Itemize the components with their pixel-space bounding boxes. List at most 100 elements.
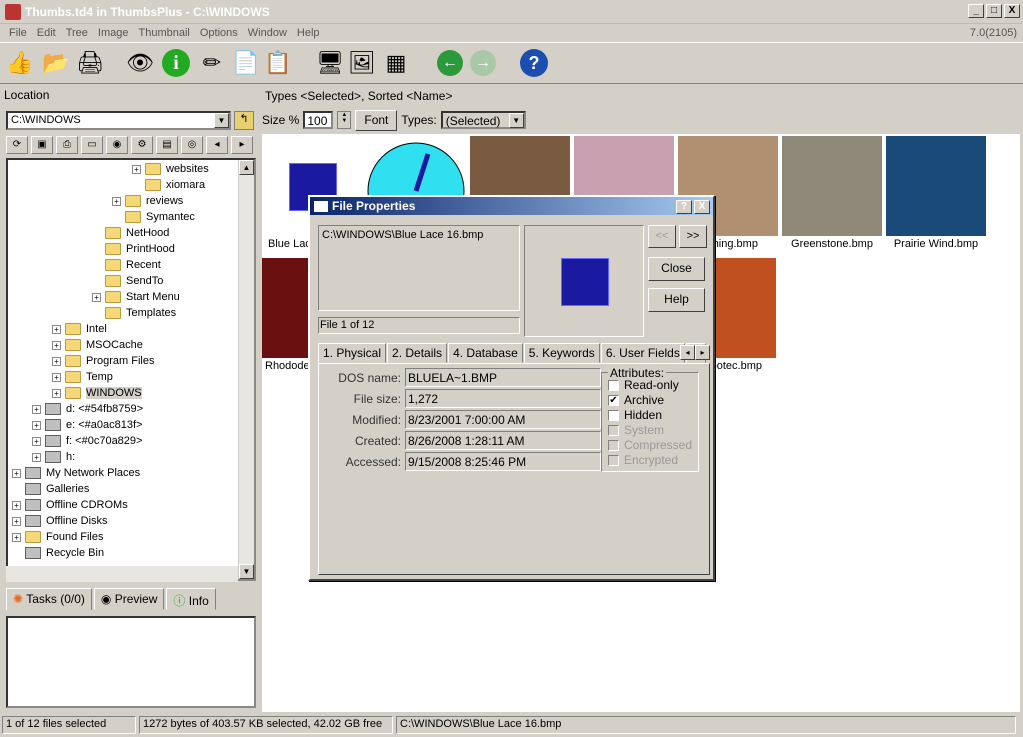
tree-item[interactable]: + Found Files <box>12 529 103 545</box>
close-button[interactable]: X <box>1004 4 1020 18</box>
context-help-button[interactable]: ? <box>676 200 692 214</box>
paste-icon[interactable]: 📋 <box>262 47 294 79</box>
save-icon[interactable]: ▣ <box>31 136 53 154</box>
menu-thumbnail[interactable]: Thumbnail <box>134 27 195 39</box>
tree-item[interactable]: + Offline Disks <box>12 513 108 529</box>
tree-horizontal-scrollbar[interactable] <box>6 566 238 582</box>
tab-tasks[interactable]: ✺ Tasks (0/0) <box>6 588 92 610</box>
location-combobox[interactable]: C:\WINDOWS ▼ <box>6 111 231 130</box>
expand-toggle-icon[interactable]: + <box>132 164 141 174</box>
scroll-up-icon[interactable]: ▲ <box>239 160 254 175</box>
thumbnail-item[interactable]: Greenstone.bmp <box>782 136 882 250</box>
expand-toggle-icon[interactable]: + <box>52 388 61 398</box>
tree-item[interactable]: + My Network Places <box>12 465 140 481</box>
read-only-box[interactable] <box>608 379 619 391</box>
menu-file[interactable]: File <box>4 27 32 39</box>
tree-item[interactable]: Templates <box>92 305 176 321</box>
expand-toggle-icon[interactable]: + <box>32 436 41 446</box>
menu-edit[interactable]: Edit <box>32 27 61 39</box>
expand-toggle-icon[interactable]: + <box>32 420 41 430</box>
gallery-icon[interactable]: ▤ <box>156 136 178 154</box>
tree-item[interactable]: + reviews <box>112 193 183 209</box>
expand-toggle-icon[interactable]: + <box>52 324 61 334</box>
menu-help[interactable]: Help <box>292 27 325 39</box>
scroll-down-icon[interactable]: ▼ <box>239 564 254 579</box>
refresh-icon[interactable]: ⟳ <box>6 136 28 154</box>
tree-item[interactable]: + Offline CDROMs <box>12 497 128 513</box>
chevron-down-icon[interactable]: ▼ <box>508 113 524 128</box>
tab-database[interactable]: 4. Database <box>448 343 523 363</box>
maximize-button[interactable]: □ <box>986 4 1002 18</box>
menu-window[interactable]: Window <box>243 27 292 39</box>
archive-checkbox[interactable]: ✔ Archive <box>608 393 698 407</box>
hidden-box[interactable] <box>608 409 619 421</box>
tab-scroll-left-icon[interactable]: ◂ <box>680 345 695 360</box>
slideshow-icon[interactable]: 🖥 <box>314 47 346 79</box>
tree-item[interactable]: xiomara <box>132 177 205 193</box>
expand-toggle-icon[interactable]: + <box>12 500 21 510</box>
chevron-down-icon[interactable]: ▼ <box>214 113 229 128</box>
tree-item[interactable]: Recent <box>92 257 161 273</box>
tree-item[interactable]: + h: <box>32 449 75 465</box>
tree-item[interactable]: + websites <box>132 161 209 177</box>
read-only-checkbox[interactable]: Read-only <box>608 378 698 392</box>
tree-item[interactable]: + Program Files <box>52 353 154 369</box>
network-icon[interactable]: ◉ <box>106 136 128 154</box>
size-spinner[interactable]: ▲ ▼ <box>337 111 352 129</box>
tab-physical[interactable]: 1. Physical <box>318 343 387 363</box>
scanner-icon[interactable]: 🖨 <box>74 47 106 79</box>
tree-item[interactable]: + Temp <box>52 369 113 385</box>
archive-check-icon[interactable]: ✔ <box>608 394 619 406</box>
expand-toggle-icon[interactable]: + <box>12 516 21 526</box>
open-folder-icon[interactable]: 📂 <box>40 47 72 79</box>
tree-item[interactable]: + f: <#0c70a829> <box>32 433 142 449</box>
menu-options[interactable]: Options <box>195 27 243 39</box>
cdrom-icon[interactable]: ◎ <box>181 136 203 154</box>
minimize-button[interactable]: _ <box>968 4 984 18</box>
expand-toggle-icon[interactable]: + <box>52 372 61 382</box>
tree-item[interactable]: PrintHood <box>92 241 175 257</box>
tree-item[interactable]: + e: <#a0ac813f> <box>32 417 142 433</box>
dialog-close-x-button[interactable]: X <box>694 200 710 214</box>
tree-item[interactable]: Recycle Bin <box>12 545 104 561</box>
eye-icon[interactable]: 👁 <box>124 47 156 79</box>
copy-icon[interactable]: 📄 <box>230 47 262 79</box>
menu-image[interactable]: Image <box>93 27 134 39</box>
forward-arrow-icon[interactable]: → <box>470 50 496 76</box>
thumbs-up-icon[interactable]: 👍 <box>4 47 36 79</box>
tree-item[interactable]: SendTo <box>92 273 163 289</box>
scroll-left-icon[interactable]: ◂ <box>206 136 228 154</box>
hidden-checkbox[interactable]: Hidden <box>608 408 698 422</box>
expand-toggle-icon[interactable]: + <box>12 468 21 478</box>
tree-item[interactable]: + Start Menu <box>92 289 180 305</box>
close-dialog-button[interactable]: Close <box>648 257 705 281</box>
tree-item[interactable]: Galleries <box>12 481 89 497</box>
menu-tree[interactable]: Tree <box>61 27 93 39</box>
tab-details[interactable]: 2. Details <box>387 343 448 363</box>
back-arrow-icon[interactable]: ← <box>437 50 463 76</box>
folder-icon[interactable]: ▭ <box>81 136 103 154</box>
expand-toggle-icon[interactable]: + <box>32 452 41 462</box>
help-icon[interactable]: ? <box>520 49 548 77</box>
info-icon[interactable]: i <box>162 49 190 77</box>
print-icon[interactable]: ⎙ <box>56 136 78 154</box>
tab-info[interactable]: ⓘ Info <box>166 588 216 610</box>
tree-item[interactable]: Symantec <box>112 209 195 225</box>
edit-pencil-icon[interactable]: ✏ <box>196 47 228 79</box>
expand-toggle-icon[interactable]: + <box>92 292 101 302</box>
expand-toggle-icon[interactable]: + <box>52 356 61 366</box>
tree-item[interactable]: + MSOCache <box>52 337 143 353</box>
font-button[interactable]: Font <box>355 109 398 131</box>
title-bar[interactable]: Thumbs.td4 in ThumbsPlus - C:\WINDOWS _ … <box>0 0 1023 24</box>
tab-keywords[interactable]: 5. Keywords <box>523 343 600 363</box>
next-file-button[interactable]: >> <box>679 225 707 248</box>
tools-icon[interactable]: ⚙ <box>131 136 153 154</box>
tree-vertical-scrollbar[interactable]: ▲ ▼ <box>238 160 254 579</box>
tab-user-fields[interactable]: 6. User Fields <box>600 343 685 363</box>
tab-preview[interactable]: ◉ Preview <box>93 588 165 610</box>
expand-toggle-icon[interactable]: + <box>52 340 61 350</box>
tree-item[interactable]: + Intel <box>52 321 107 337</box>
help-button[interactable]: Help <box>648 288 705 312</box>
expand-toggle-icon[interactable]: + <box>12 532 21 542</box>
tree-item[interactable]: NetHood <box>92 225 169 241</box>
